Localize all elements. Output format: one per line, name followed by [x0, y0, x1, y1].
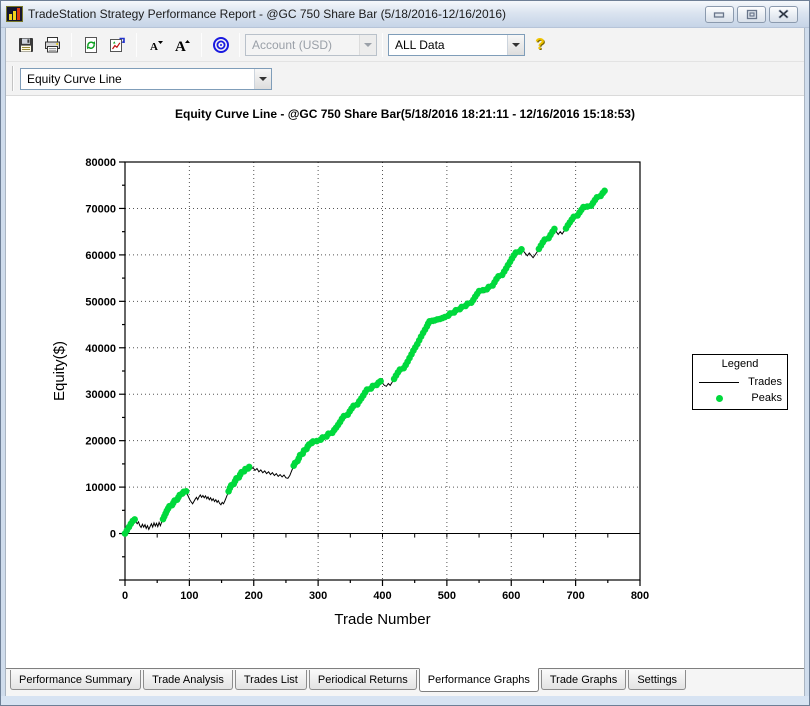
minimize-icon	[713, 10, 726, 19]
window-title: TradeStation Strategy Performance Report…	[28, 7, 700, 21]
bullseye-icon	[212, 36, 230, 54]
equity-chart: 0100002000030000400005000060000700008000…	[6, 96, 806, 668]
toolbar-separator	[201, 33, 202, 57]
tab-periodical-returns[interactable]: Periodical Returns	[309, 670, 417, 690]
close-icon	[778, 9, 789, 19]
legend-entry-trades: Trades	[693, 374, 787, 390]
increase-font-icon: A	[173, 36, 192, 54]
tradestation-performance-report-window: TradeStation Strategy Performance Report…	[0, 0, 810, 706]
report-settings-button[interactable]	[104, 32, 131, 58]
toolbar-separator	[382, 33, 383, 57]
legend-entry-peaks: Peaks	[693, 390, 787, 406]
title-bar[interactable]: TradeStation Strategy Performance Report…	[1, 1, 809, 28]
toolbar-separator	[136, 33, 137, 57]
graph-type-select-value: Equity Curve Line	[27, 72, 122, 86]
tab-bar: Performance SummaryTrade AnalysisTrades …	[6, 668, 804, 696]
report-settings-icon	[108, 36, 127, 54]
refresh-report-button[interactable]	[77, 32, 104, 58]
svg-text:0: 0	[110, 529, 116, 541]
graph-type-select[interactable]: Equity Curve Line	[20, 68, 272, 90]
svg-text:10000: 10000	[85, 482, 116, 494]
refresh-icon	[82, 36, 100, 54]
tab-settings[interactable]: Settings	[628, 670, 686, 690]
svg-text:400: 400	[373, 590, 391, 602]
data-range-select-arrow[interactable]	[507, 35, 524, 55]
tab-performance-graphs[interactable]: Performance Graphs	[419, 668, 539, 692]
maximize-button[interactable]	[737, 6, 766, 23]
svg-text:80000: 80000	[85, 157, 116, 169]
legend-label-trades: Trades	[740, 376, 782, 388]
tab-trade-graphs[interactable]: Trade Graphs	[541, 670, 626, 690]
chart-legend: Legend Trades Peaks	[692, 354, 788, 410]
print-button[interactable]	[39, 32, 66, 58]
target-button[interactable]	[207, 32, 234, 58]
tab-performance-summary[interactable]: Performance Summary	[10, 670, 141, 690]
status-bar	[1, 696, 809, 705]
svg-text:40000: 40000	[85, 343, 116, 355]
svg-text:Equity($): Equity($)	[51, 341, 68, 401]
save-button[interactable]	[12, 32, 39, 58]
svg-text:700: 700	[566, 590, 584, 602]
account-select: Account (USD)	[245, 34, 377, 56]
close-button[interactable]	[769, 6, 798, 23]
legend-label-peaks: Peaks	[740, 392, 782, 404]
account-select-value: Account (USD)	[252, 38, 332, 52]
svg-text:600: 600	[502, 590, 520, 602]
data-range-select-value: ALL Data	[395, 38, 445, 52]
app-icon	[6, 6, 23, 22]
svg-text:A: A	[150, 41, 158, 53]
svg-text:500: 500	[438, 590, 456, 602]
toolbar-separator	[71, 33, 72, 57]
svg-text:Trade Number: Trade Number	[334, 611, 430, 628]
trades-line-sample	[698, 382, 740, 383]
svg-text:30000: 30000	[85, 389, 116, 401]
graph-selector-bar: Equity Curve Line	[6, 62, 804, 96]
maximize-icon	[746, 9, 758, 20]
account-select-arrow	[359, 35, 376, 55]
graph-type-select-arrow[interactable]	[254, 69, 271, 89]
svg-text:60000: 60000	[85, 250, 116, 262]
tab-trades-list[interactable]: Trades List	[235, 670, 307, 690]
minimize-button[interactable]	[705, 6, 734, 23]
svg-text:300: 300	[309, 590, 327, 602]
svg-text:A: A	[175, 39, 186, 54]
increase-font-button[interactable]: A	[169, 32, 196, 58]
main-toolbar: A A Account (USD) ALL Data ?	[6, 28, 804, 62]
decrease-font-icon: A	[147, 36, 165, 54]
svg-text:100: 100	[180, 590, 198, 602]
peaks-dot-sample	[698, 395, 740, 402]
chart-area: Equity Curve Line - @GC 750 Share Bar(5/…	[6, 96, 804, 668]
svg-text:0: 0	[122, 590, 128, 602]
tab-trade-analysis[interactable]: Trade Analysis	[143, 670, 233, 690]
data-range-select[interactable]: ALL Data	[388, 34, 525, 56]
svg-text:200: 200	[245, 590, 263, 602]
save-icon	[17, 36, 35, 54]
help-icon[interactable]: ?	[535, 36, 545, 54]
legend-title: Legend	[693, 355, 787, 374]
svg-text:50000: 50000	[85, 296, 116, 308]
svg-text:800: 800	[631, 590, 649, 602]
decrease-font-button[interactable]: A	[142, 32, 169, 58]
print-icon	[43, 36, 62, 54]
svg-text:70000: 70000	[85, 203, 116, 215]
toolbar-separator	[239, 33, 240, 57]
svg-text:20000: 20000	[85, 436, 116, 448]
